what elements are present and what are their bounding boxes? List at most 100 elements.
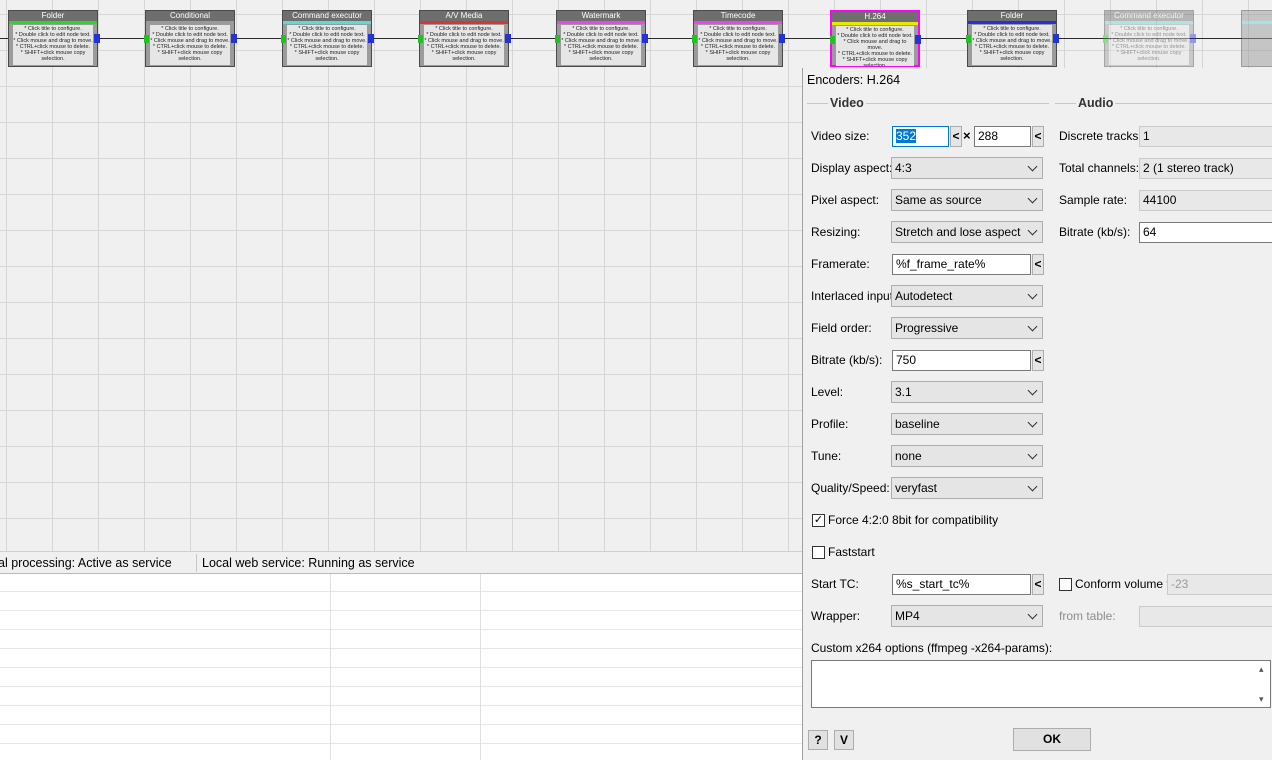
audio-bitrate-input[interactable]: 64 [1139, 222, 1272, 243]
conform-volume-checkbox[interactable] [1059, 578, 1072, 591]
node-title[interactable]: A/V Media [420, 11, 508, 21]
pixel-aspect-select[interactable]: Same as source [891, 189, 1043, 211]
output-port[interactable] [1190, 34, 1196, 43]
output-port[interactable] [1053, 34, 1059, 43]
field-order-select[interactable]: Progressive [891, 317, 1043, 339]
video-height-input[interactable]: 288 [974, 126, 1031, 147]
video-width-input[interactable]: 352 [892, 126, 949, 147]
node-folder[interactable]: Folder * Click title to configure. * Dou… [8, 10, 100, 67]
node-color-strip [832, 22, 918, 25]
output-port[interactable] [915, 35, 921, 44]
framerate-input[interactable]: %f_frame_rate% [892, 254, 1031, 275]
output-port[interactable] [642, 34, 648, 43]
node-title[interactable]: Watermark [557, 11, 645, 21]
node-color-strip [968, 21, 1056, 24]
profile-label: Profile: [811, 417, 849, 431]
start-tc-input[interactable]: %s_start_tc% [892, 574, 1031, 595]
output-port[interactable] [505, 34, 511, 43]
node-title[interactable]: H.264 [832, 12, 918, 22]
node-partial[interactable] [1241, 10, 1272, 67]
input-port[interactable] [418, 35, 423, 43]
framerate-variable-button[interactable]: < [1032, 254, 1044, 275]
interlaced-select[interactable]: Autodetect [891, 285, 1043, 307]
total-channels-label: Total channels: [1059, 161, 1140, 175]
node-command-executor[interactable]: Command executor * Click title to config… [281, 10, 374, 67]
ok-button[interactable]: OK [1013, 728, 1091, 751]
framerate-label: Framerate: [811, 257, 870, 271]
level-value: 3.1 [895, 385, 912, 399]
output-port[interactable] [368, 34, 374, 43]
scroll-up-icon[interactable]: ▴ [1259, 664, 1264, 675]
dialog-title: Encoders: H.264 [807, 73, 901, 87]
force-420-label: Force 4:2:0 8bit for compatibility [828, 513, 999, 527]
log-table[interactable] [0, 573, 802, 760]
wrapper-select[interactable]: MP4 [891, 605, 1043, 627]
node-color-strip [420, 21, 508, 24]
discrete-tracks-field: 1 [1139, 126, 1272, 147]
node-av-media[interactable]: A/V Media * Click title to configure. * … [418, 10, 511, 67]
video-size-label: Video size: [811, 129, 870, 143]
size-times-sign: × [963, 128, 971, 143]
node-title[interactable]: Folder [9, 11, 97, 21]
resizing-select[interactable]: Stretch and lose aspect [891, 221, 1043, 243]
node-timecode[interactable]: Timecode * Click title to configure. * D… [692, 10, 785, 67]
status-processing: al processing: Active as service [0, 556, 172, 570]
node-title[interactable]: Command executor [283, 11, 371, 21]
quality-speed-label: Quality/Speed: [811, 481, 890, 495]
node-h264-selected[interactable]: H.264 * Click title to configure. * Doub… [830, 10, 921, 67]
interlaced-value: Autodetect [895, 289, 953, 303]
chevron-down-icon [1027, 609, 1038, 620]
profile-value: baseline [895, 417, 940, 431]
pixel-aspect-value: Same as source [895, 193, 982, 207]
output-port[interactable] [231, 34, 237, 43]
custom-options-textarea[interactable] [811, 660, 1271, 708]
chevron-down-icon [1027, 161, 1038, 172]
input-port[interactable] [830, 36, 835, 44]
width-variable-button[interactable]: < [950, 126, 962, 147]
input-port[interactable] [144, 35, 149, 43]
quality-speed-select[interactable]: veryfast [891, 477, 1043, 499]
video-group-label: Video [828, 96, 866, 110]
pixel-aspect-label: Pixel aspect: [811, 193, 880, 207]
node-title[interactable]: Folder [968, 11, 1056, 21]
node-hint: * Click title to configure. * Double cli… [972, 25, 1052, 65]
help-button[interactable]: ? [808, 730, 828, 750]
node-title[interactable]: Command executor [1105, 11, 1193, 21]
node-hint: * Click title to configure. * Double cli… [424, 25, 504, 65]
v-button[interactable]: V [834, 730, 854, 750]
input-port[interactable] [281, 35, 286, 43]
node-hint: * Click title to configure. * Double cli… [13, 25, 93, 65]
node-title[interactable]: Conditional [146, 11, 234, 21]
display-aspect-select[interactable]: 4:3 [891, 157, 1043, 179]
node-command-executor-disabled[interactable]: Command executor * Click title to config… [1103, 10, 1196, 67]
input-port[interactable] [1103, 35, 1108, 43]
faststart-checkbox[interactable] [812, 546, 825, 559]
chevron-down-icon [1027, 385, 1038, 396]
node-conditional[interactable]: Conditional * Click title to configure. … [144, 10, 237, 67]
output-port[interactable] [94, 34, 100, 43]
level-select[interactable]: 3.1 [891, 381, 1043, 403]
input-port[interactable] [966, 35, 971, 43]
input-port[interactable] [692, 35, 697, 43]
node-folder-output[interactable]: Folder * Click title to configure. * Dou… [966, 10, 1059, 67]
status-web-service: Local web service: Running as service [202, 556, 415, 570]
from-table-label: from table: [1059, 609, 1116, 623]
sample-rate-label: Sample rate: [1059, 193, 1128, 207]
video-bitrate-input[interactable]: 750 [892, 350, 1031, 371]
resizing-value: Stretch and lose aspect [895, 225, 1021, 239]
input-port[interactable] [555, 35, 560, 43]
output-port[interactable] [779, 34, 785, 43]
force-420-checkbox[interactable]: ✓ [812, 514, 825, 527]
tune-value: none [895, 449, 922, 463]
profile-select[interactable]: baseline [891, 413, 1043, 435]
node-hint: * Click title to configure. * Double cli… [150, 25, 230, 65]
start-tc-variable-button[interactable]: < [1032, 574, 1044, 595]
node-watermark[interactable]: Watermark * Click title to configure. * … [555, 10, 648, 67]
scroll-down-icon[interactable]: ▾ [1259, 694, 1264, 705]
resizing-label: Resizing: [811, 225, 861, 239]
tune-select[interactable]: none [891, 445, 1043, 467]
bitrate-variable-button[interactable]: < [1032, 350, 1044, 371]
height-variable-button[interactable]: < [1032, 126, 1044, 147]
chevron-down-icon [1027, 481, 1038, 492]
node-title[interactable]: Timecode [694, 11, 782, 21]
